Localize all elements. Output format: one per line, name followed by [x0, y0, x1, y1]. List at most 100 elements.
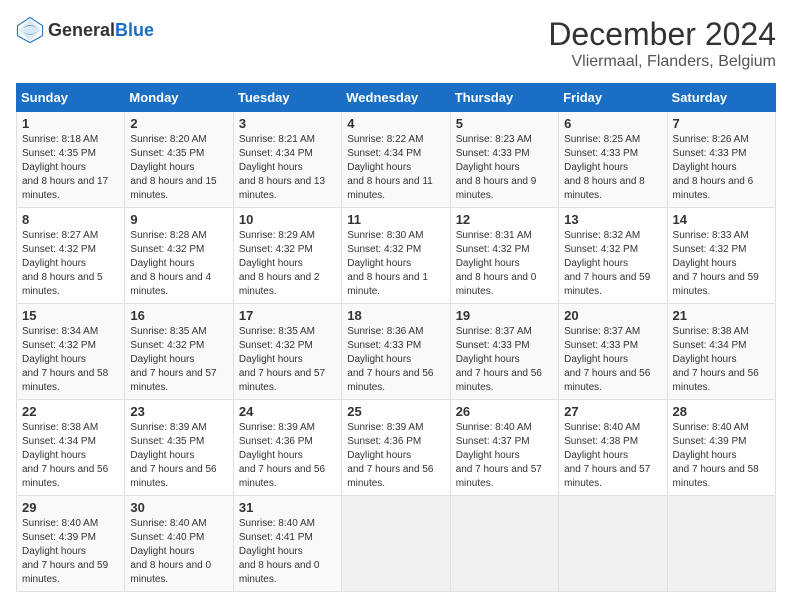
day-info: Sunrise: 8:28 AM Sunset: 4:32 PM Dayligh…	[130, 229, 227, 299]
calendar-cell: 4 Sunrise: 8:22 AM Sunset: 4:34 PM Dayli…	[342, 112, 450, 208]
day-of-week-wednesday: Wednesday	[342, 84, 450, 112]
day-number: 15	[22, 308, 119, 323]
daylight-label: Daylight hours	[456, 258, 520, 269]
sunrise-label: Sunrise: 8:40 AM	[22, 518, 98, 529]
calendar-cell: 24 Sunrise: 8:39 AM Sunset: 4:36 PM Dayl…	[233, 400, 341, 496]
sunrise-label: Sunrise: 8:27 AM	[22, 230, 98, 241]
sunrise-label: Sunrise: 8:38 AM	[22, 422, 98, 433]
daylight-label: Daylight hours	[673, 162, 737, 173]
sunrise-label: Sunrise: 8:26 AM	[673, 134, 749, 145]
daylight-label: Daylight hours	[239, 258, 303, 269]
page-header: GeneralBlue December 2024 Vliermaal, Fla…	[16, 16, 776, 71]
calendar-week-1: 1 Sunrise: 8:18 AM Sunset: 4:35 PM Dayli…	[17, 112, 776, 208]
day-number: 22	[22, 404, 119, 419]
calendar-week-5: 29 Sunrise: 8:40 AM Sunset: 4:39 PM Dayl…	[17, 496, 776, 592]
day-number: 4	[347, 116, 444, 131]
day-info: Sunrise: 8:35 AM Sunset: 4:32 PM Dayligh…	[239, 325, 336, 395]
daylight-value: and 7 hours and 56 minutes.	[564, 368, 650, 393]
calendar-cell: 1 Sunrise: 8:18 AM Sunset: 4:35 PM Dayli…	[17, 112, 125, 208]
calendar-cell: 31 Sunrise: 8:40 AM Sunset: 4:41 PM Dayl…	[233, 496, 341, 592]
calendar-cell: 10 Sunrise: 8:29 AM Sunset: 4:32 PM Dayl…	[233, 208, 341, 304]
calendar-week-2: 8 Sunrise: 8:27 AM Sunset: 4:32 PM Dayli…	[17, 208, 776, 304]
day-number: 14	[673, 212, 770, 227]
day-info: Sunrise: 8:29 AM Sunset: 4:32 PM Dayligh…	[239, 229, 336, 299]
sunrise-label: Sunrise: 8:35 AM	[130, 326, 206, 337]
daylight-value: and 8 hours and 4 minutes.	[130, 272, 211, 297]
sunrise-label: Sunrise: 8:39 AM	[347, 422, 423, 433]
daylight-label: Daylight hours	[130, 258, 194, 269]
logo-text: GeneralBlue	[48, 20, 154, 41]
daylight-value: and 8 hours and 17 minutes.	[22, 176, 108, 201]
day-info: Sunrise: 8:30 AM Sunset: 4:32 PM Dayligh…	[347, 229, 444, 299]
daylight-label: Daylight hours	[456, 450, 520, 461]
daylight-label: Daylight hours	[130, 546, 194, 557]
sunrise-label: Sunrise: 8:40 AM	[130, 518, 206, 529]
sunset-label: Sunset: 4:32 PM	[130, 340, 204, 351]
calendar-cell: 5 Sunrise: 8:23 AM Sunset: 4:33 PM Dayli…	[450, 112, 558, 208]
sunrise-label: Sunrise: 8:22 AM	[347, 134, 423, 145]
daylight-label: Daylight hours	[22, 162, 86, 173]
sunset-label: Sunset: 4:39 PM	[22, 532, 96, 543]
daylight-label: Daylight hours	[22, 546, 86, 557]
sunset-label: Sunset: 4:32 PM	[239, 340, 313, 351]
day-number: 3	[239, 116, 336, 131]
sunrise-label: Sunrise: 8:25 AM	[564, 134, 640, 145]
day-info: Sunrise: 8:32 AM Sunset: 4:32 PM Dayligh…	[564, 229, 661, 299]
daylight-value: and 8 hours and 0 minutes.	[130, 560, 211, 585]
sunset-label: Sunset: 4:34 PM	[673, 340, 747, 351]
day-number: 28	[673, 404, 770, 419]
day-info: Sunrise: 8:40 AM Sunset: 4:39 PM Dayligh…	[22, 517, 119, 587]
sunset-label: Sunset: 4:36 PM	[239, 436, 313, 447]
sunset-label: Sunset: 4:39 PM	[673, 436, 747, 447]
daylight-label: Daylight hours	[564, 450, 628, 461]
daylight-value: and 7 hours and 56 minutes.	[456, 368, 542, 393]
calendar-cell: 14 Sunrise: 8:33 AM Sunset: 4:32 PM Dayl…	[667, 208, 775, 304]
calendar-cell: 8 Sunrise: 8:27 AM Sunset: 4:32 PM Dayli…	[17, 208, 125, 304]
sunrise-label: Sunrise: 8:37 AM	[456, 326, 532, 337]
day-info: Sunrise: 8:18 AM Sunset: 4:35 PM Dayligh…	[22, 133, 119, 203]
calendar-cell: 19 Sunrise: 8:37 AM Sunset: 4:33 PM Dayl…	[450, 304, 558, 400]
calendar-cell: 6 Sunrise: 8:25 AM Sunset: 4:33 PM Dayli…	[559, 112, 667, 208]
calendar-week-4: 22 Sunrise: 8:38 AM Sunset: 4:34 PM Dayl…	[17, 400, 776, 496]
sunset-label: Sunset: 4:32 PM	[347, 244, 421, 255]
day-info: Sunrise: 8:35 AM Sunset: 4:32 PM Dayligh…	[130, 325, 227, 395]
day-number: 18	[347, 308, 444, 323]
daylight-label: Daylight hours	[347, 162, 411, 173]
daylight-value: and 7 hours and 57 minutes.	[564, 464, 650, 489]
day-of-week-friday: Friday	[559, 84, 667, 112]
day-of-week-sunday: Sunday	[17, 84, 125, 112]
day-number: 9	[130, 212, 227, 227]
sunrise-label: Sunrise: 8:39 AM	[239, 422, 315, 433]
sunrise-label: Sunrise: 8:40 AM	[673, 422, 749, 433]
daylight-value: and 8 hours and 15 minutes.	[130, 176, 216, 201]
day-number: 27	[564, 404, 661, 419]
day-number: 7	[673, 116, 770, 131]
day-info: Sunrise: 8:39 AM Sunset: 4:35 PM Dayligh…	[130, 421, 227, 491]
calendar-cell: 27 Sunrise: 8:40 AM Sunset: 4:38 PM Dayl…	[559, 400, 667, 496]
day-of-week-tuesday: Tuesday	[233, 84, 341, 112]
day-number: 1	[22, 116, 119, 131]
daylight-label: Daylight hours	[564, 258, 628, 269]
calendar-cell: 15 Sunrise: 8:34 AM Sunset: 4:32 PM Dayl…	[17, 304, 125, 400]
sunset-label: Sunset: 4:32 PM	[22, 244, 96, 255]
sunset-label: Sunset: 4:32 PM	[22, 340, 96, 351]
sunset-label: Sunset: 4:40 PM	[130, 532, 204, 543]
day-info: Sunrise: 8:38 AM Sunset: 4:34 PM Dayligh…	[673, 325, 770, 395]
calendar-cell	[342, 496, 450, 592]
calendar-cell: 12 Sunrise: 8:31 AM Sunset: 4:32 PM Dayl…	[450, 208, 558, 304]
calendar-cell: 21 Sunrise: 8:38 AM Sunset: 4:34 PM Dayl…	[667, 304, 775, 400]
sunset-label: Sunset: 4:33 PM	[673, 148, 747, 159]
logo: GeneralBlue	[16, 16, 154, 44]
sunrise-label: Sunrise: 8:38 AM	[673, 326, 749, 337]
day-number: 2	[130, 116, 227, 131]
sunset-label: Sunset: 4:33 PM	[564, 148, 638, 159]
sunset-label: Sunset: 4:36 PM	[347, 436, 421, 447]
sunrise-label: Sunrise: 8:32 AM	[564, 230, 640, 241]
sunrise-label: Sunrise: 8:36 AM	[347, 326, 423, 337]
month-year: December 2024	[548, 16, 776, 53]
daylight-value: and 8 hours and 9 minutes.	[456, 176, 537, 201]
daylight-label: Daylight hours	[347, 354, 411, 365]
day-number: 30	[130, 500, 227, 515]
daylight-label: Daylight hours	[130, 450, 194, 461]
day-number: 23	[130, 404, 227, 419]
